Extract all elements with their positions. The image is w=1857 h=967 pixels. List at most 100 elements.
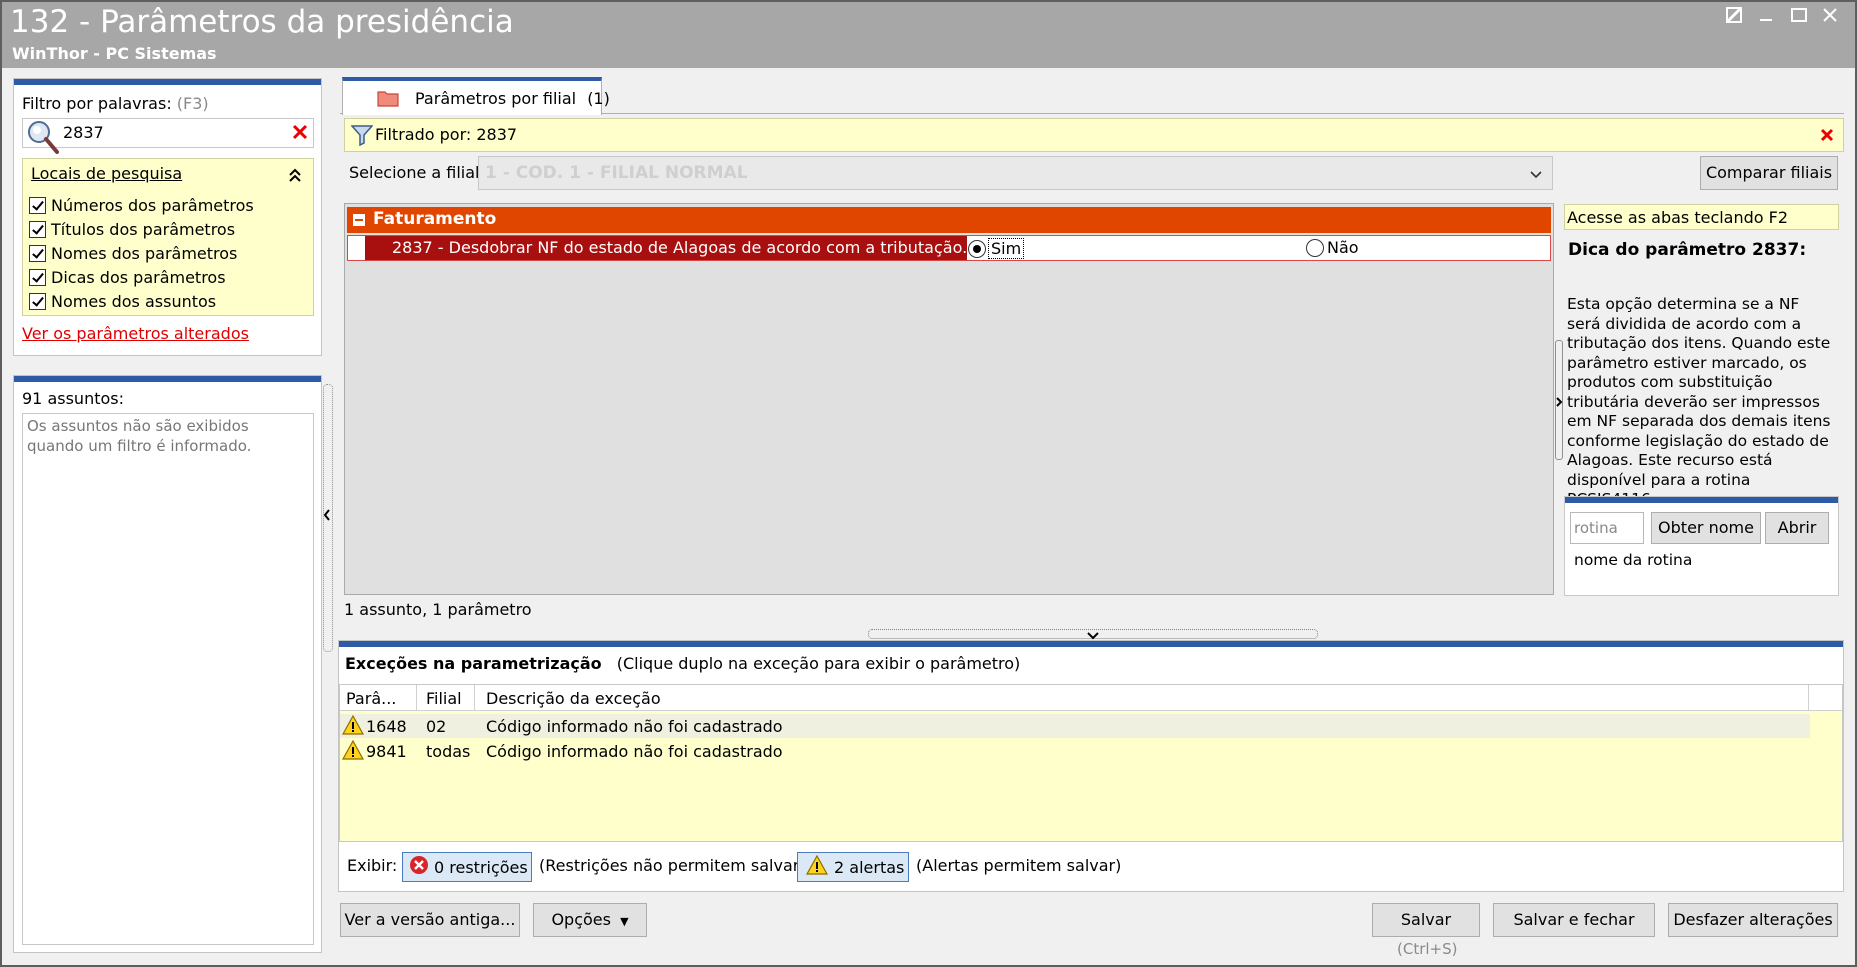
chevron-down-icon[interactable]	[1529, 166, 1543, 186]
restrictions-count: 0 restrições	[434, 857, 528, 877]
row-description: Código informado não foi cadastrado	[486, 742, 783, 761]
column-divider	[416, 685, 417, 711]
option-yes[interactable]: Sim	[968, 238, 1025, 259]
folder-icon	[377, 89, 399, 112]
routine-panel-accent	[1565, 497, 1838, 503]
option-param-names[interactable]: Nomes dos parâmetros	[29, 241, 254, 265]
column-filial[interactable]: Filial	[426, 689, 462, 708]
open-button[interactable]: Abrir	[1765, 512, 1829, 544]
search-locations-options: Números dos parâmetros Títulos dos parâm…	[29, 193, 254, 313]
collapse-group-icon[interactable]	[353, 214, 365, 226]
option-no[interactable]: Não	[1306, 238, 1359, 257]
clear-search-icon[interactable]	[291, 121, 309, 148]
splitter-arrow-icon[interactable]	[322, 508, 332, 526]
restrictions-note: (Restrições não permitem salvar)	[539, 856, 806, 875]
group-header[interactable]: Faturamento	[347, 207, 1551, 233]
row-filial: todas	[426, 742, 471, 761]
dropdown-arrow-icon: ▼	[620, 915, 629, 928]
save-shortcut: (Ctrl+S)	[1397, 940, 1458, 958]
warning-icon	[341, 739, 365, 765]
option-no-label: Não	[1327, 238, 1359, 257]
search-icon	[25, 119, 61, 160]
radio-unselected-icon[interactable]	[1306, 238, 1324, 257]
collapse-chevron-icon[interactable]	[288, 167, 302, 188]
row-param: 9841	[366, 742, 407, 761]
tabs-hint: Acesse as abas teclando F2	[1564, 204, 1839, 230]
restore-icon[interactable]	[1722, 6, 1746, 30]
close-icon[interactable]	[1818, 6, 1842, 30]
option-label: Títulos dos parâmetros	[51, 219, 236, 239]
filter-label: Filtro por palavras: (F3)	[22, 94, 209, 113]
exceptions-hint: (Clique duplo na exceção para exibir o p…	[616, 654, 1021, 673]
option-label: Números dos parâmetros	[51, 195, 254, 215]
table-row[interactable]: 9841 todas Código informado não foi cada…	[340, 739, 1810, 763]
maximize-icon[interactable]	[1787, 6, 1811, 30]
right-splitter-arrow-icon[interactable]	[1555, 393, 1563, 413]
tip-title: Dica do parâmetro 2837:	[1568, 240, 1807, 260]
group-title: Faturamento	[373, 209, 497, 229]
row-filial: 02	[426, 717, 447, 736]
options-button[interactable]: Opções ▼	[533, 903, 647, 937]
branch-select[interactable]: 1 - COD. 1 - FILIAL NORMAL	[478, 156, 1553, 190]
column-param[interactable]: Parâ...	[346, 689, 396, 708]
error-icon	[409, 855, 429, 879]
search-locations-title: Locais de pesquisa	[31, 164, 182, 183]
radio-selected-icon[interactable]	[968, 239, 986, 258]
routine-panel	[1564, 496, 1839, 596]
checkbox[interactable]	[29, 292, 46, 310]
subjects-count: 91 assuntos:	[22, 389, 124, 408]
option-param-numbers[interactable]: Números dos parâmetros	[29, 193, 254, 217]
routine-input[interactable]: rotina	[1570, 512, 1644, 544]
compare-branches-button[interactable]: Comparar filiais	[1700, 156, 1838, 190]
warning-icon	[341, 714, 365, 740]
save-button[interactable]: Salvar	[1372, 903, 1480, 937]
subjects-panel-accent	[14, 376, 321, 382]
checkbox[interactable]	[29, 244, 46, 262]
filter-panel-accent	[14, 79, 321, 85]
option-subject-names[interactable]: Nomes dos assuntos	[29, 289, 254, 313]
alerts-toggle-button[interactable]: 2 alertas	[797, 852, 909, 882]
old-version-button[interactable]: Ver a versão antiga...	[340, 903, 520, 937]
parameters-grid: Faturamento 2837 - Desdobrar NF do estad…	[344, 203, 1554, 595]
branch-select-value: 1 - COD. 1 - FILIAL NORMAL	[485, 163, 748, 183]
tab-label: Parâmetros por filial (1)	[415, 89, 610, 108]
option-label: Dicas dos parâmetros	[51, 267, 226, 287]
search-input[interactable]: 2837	[63, 123, 104, 142]
changed-params-link[interactable]: Ver os parâmetros alterados	[22, 324, 249, 343]
option-param-titles[interactable]: Títulos dos parâmetros	[29, 217, 254, 241]
exceptions-panel-accent	[339, 641, 1843, 647]
exceptions-title: Exceções na parametrização	[345, 654, 602, 673]
grid-status: 1 assunto, 1 parâmetro	[344, 600, 532, 619]
alerts-note: (Alertas permitem salvar)	[916, 856, 1122, 875]
alerts-count: 2 alertas	[834, 857, 905, 877]
parameter-text: 2837 - Desdobrar NF do estado de Alagoas…	[365, 236, 967, 260]
save-and-close-button[interactable]: Salvar e fechar	[1493, 903, 1655, 937]
branch-label: Selecione a filial:	[349, 163, 485, 182]
checkbox[interactable]	[29, 220, 46, 238]
row-param: 1648	[366, 717, 407, 736]
routine-input-placeholder: rotina	[1574, 519, 1618, 537]
option-label: Nomes dos parâmetros	[51, 243, 238, 263]
tip-body: Esta opção determina se a NF será dividi…	[1567, 295, 1831, 508]
column-divider	[474, 685, 475, 711]
minimize-icon[interactable]	[1754, 6, 1778, 30]
row-description: Código informado não foi cadastrado	[486, 717, 783, 736]
option-param-tips[interactable]: Dicas dos parâmetros	[29, 265, 254, 289]
search-box[interactable]: 2837	[22, 118, 314, 154]
filter-label-text: Filtro por palavras:	[22, 94, 172, 113]
checkbox[interactable]	[29, 196, 46, 214]
subjects-list[interactable]: Os assuntos não são exibidos quando um f…	[22, 413, 314, 945]
clear-filter-icon[interactable]	[1819, 126, 1835, 149]
checkbox[interactable]	[29, 268, 46, 286]
option-label: Nomes dos assuntos	[51, 291, 217, 311]
show-label: Exibir:	[347, 856, 398, 875]
warning-icon	[805, 854, 829, 879]
table-row[interactable]: 1648 02 Código informado não foi cadastr…	[340, 714, 1810, 738]
tab-branch-params[interactable]: Parâmetros por filial (1)	[342, 77, 610, 115]
undo-changes-button[interactable]: Desfazer alterações	[1668, 903, 1838, 937]
tab-count: (1)	[587, 89, 610, 108]
restrictions-toggle-button[interactable]: 0 restrições	[402, 852, 532, 882]
parameter-row[interactable]: 2837 - Desdobrar NF do estado de Alagoas…	[347, 235, 1551, 261]
column-description[interactable]: Descrição da exceção	[486, 689, 661, 708]
get-name-button[interactable]: Obter nome	[1651, 512, 1761, 544]
